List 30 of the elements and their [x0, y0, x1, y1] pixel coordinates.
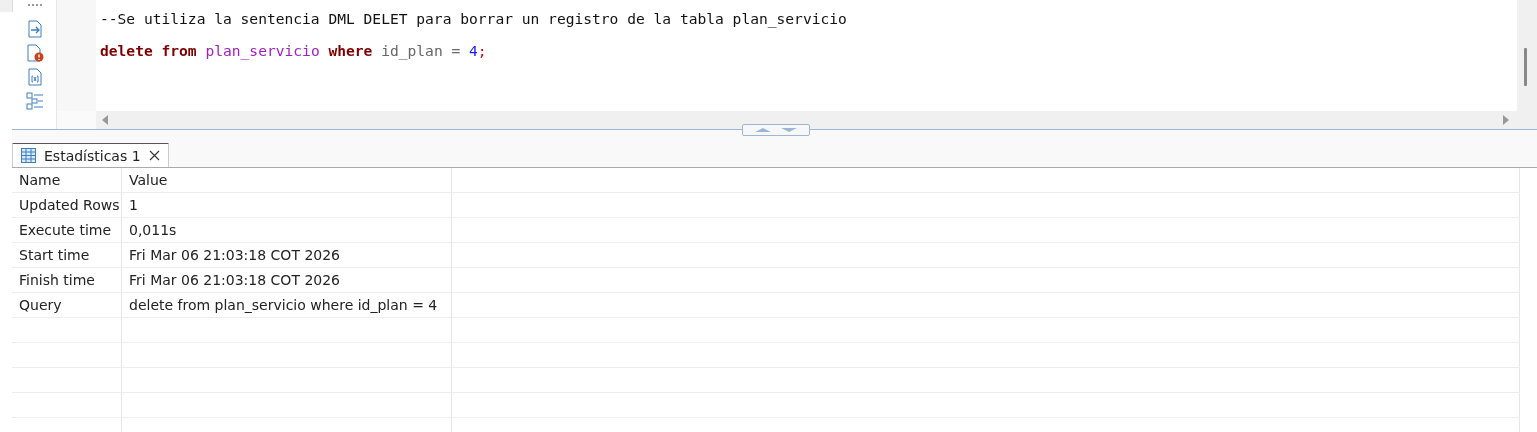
code-comment: --Se utiliza la sentencia DML DELET para borrar un registro de la tabla plan_servicio [100, 10, 847, 27]
table-cell: Updated Rows [12, 193, 122, 217]
code-token: plan_servicio [204, 42, 320, 59]
outline-icon[interactable] [25, 92, 44, 110]
table-cell: Start time [12, 243, 122, 267]
table-cell: 1 [122, 193, 452, 217]
table-cell: Execute time [12, 218, 122, 242]
code-token: ; [477, 42, 487, 59]
code-token: delete [100, 42, 153, 59]
document-arrow-icon[interactable] [26, 20, 43, 38]
table-cell: 0,011s [122, 218, 452, 242]
table-cell: Query [12, 293, 122, 317]
code-token: where [327, 42, 373, 59]
tab-label: Estadísticas 1 [44, 147, 141, 164]
results-tab[interactable]: Estadísticas 1 [12, 142, 169, 167]
table-cell: Fri Mar 06 21:03:18 COT 2026 [122, 268, 452, 292]
table-cell: Fri Mar 06 21:03:18 COT 2026 [122, 243, 452, 267]
code-token: from [160, 42, 197, 59]
table-cell: Finish time [12, 268, 122, 292]
document-error-icon[interactable] [25, 44, 44, 62]
grid-icon [21, 148, 36, 163]
close-icon[interactable] [148, 150, 160, 161]
column-header[interactable]: Name [12, 168, 122, 192]
table-cell: delete from plan_servicio where id_plan = 4 [122, 293, 452, 317]
column-header[interactable]: Value [122, 168, 452, 192]
scrollbar-thumb[interactable] [1524, 48, 1527, 86]
document-variable-icon[interactable] [26, 68, 43, 86]
code-token: id_plan = [380, 42, 461, 59]
code-token: 4 [468, 42, 478, 59]
sash-handle[interactable] [742, 124, 810, 136]
